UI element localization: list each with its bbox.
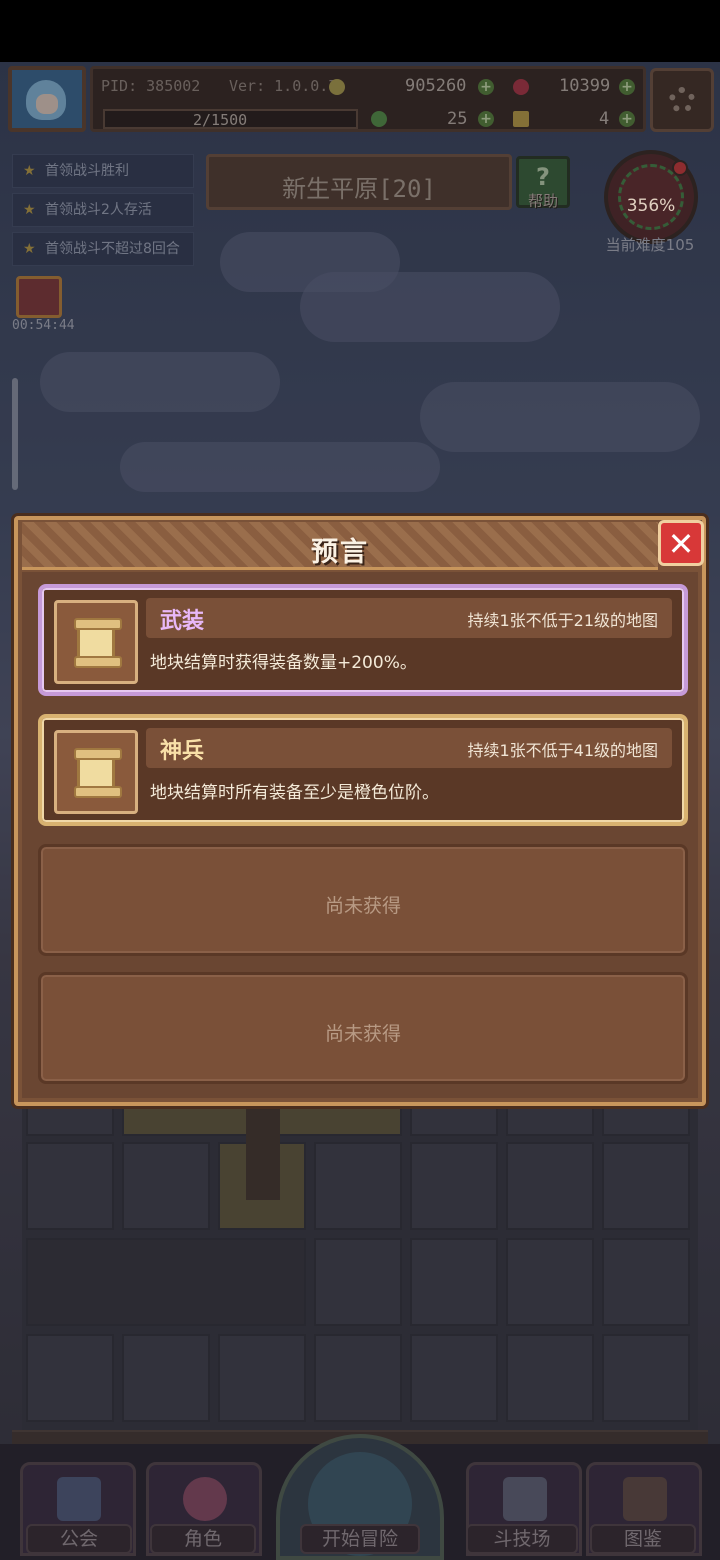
scroll-icon	[74, 618, 122, 668]
dialog-title: 预言	[311, 537, 369, 568]
card-description: 地块结算时所有装备至少是橙色位阶。	[150, 783, 439, 803]
prophecy-card[interactable]: 武装 持续1张不低于21级的地图 地块结算时获得装备数量+200%。	[38, 584, 688, 696]
dialog-body: 武装 持续1张不低于21级的地图 地块结算时获得装备数量+200%。 神兵 持续…	[22, 572, 698, 1098]
scroll-icon	[74, 748, 122, 798]
card-icon-frame	[54, 730, 138, 814]
prophecy-dialog: 预言 ✕ 武装 持续1张不低于21级的地图 地块结算时获得装备数量+200%。 …	[14, 516, 706, 1106]
card-name: 武装	[160, 609, 205, 634]
status-bar	[0, 0, 720, 62]
difficulty-percent: 356%	[626, 196, 676, 216]
empty-slot-label: 尚未获得	[324, 895, 401, 917]
empty-card-slot: 尚未获得	[38, 972, 688, 1084]
empty-slot-label: 尚未获得	[324, 1023, 401, 1045]
card-titlebar: 武装 持续1张不低于21级的地图	[146, 598, 672, 638]
prophecy-card[interactable]: 神兵 持续1张不低于41级的地图 地块结算时所有装备至少是橙色位阶。	[38, 714, 688, 826]
card-titlebar: 神兵 持续1张不低于41级的地图	[146, 728, 672, 768]
card-icon-frame	[54, 600, 138, 684]
empty-card-slot: 尚未获得	[38, 844, 688, 956]
card-description: 地块结算时获得装备数量+200%。	[150, 653, 417, 673]
card-name: 神兵	[160, 739, 205, 764]
close-icon: ✕	[667, 525, 695, 563]
dialog-header: 预言	[22, 522, 658, 570]
card-condition: 持续1张不低于21级的地图	[467, 611, 658, 630]
card-condition: 持续1张不低于41级的地图	[467, 741, 658, 760]
close-button[interactable]: ✕	[658, 520, 704, 566]
